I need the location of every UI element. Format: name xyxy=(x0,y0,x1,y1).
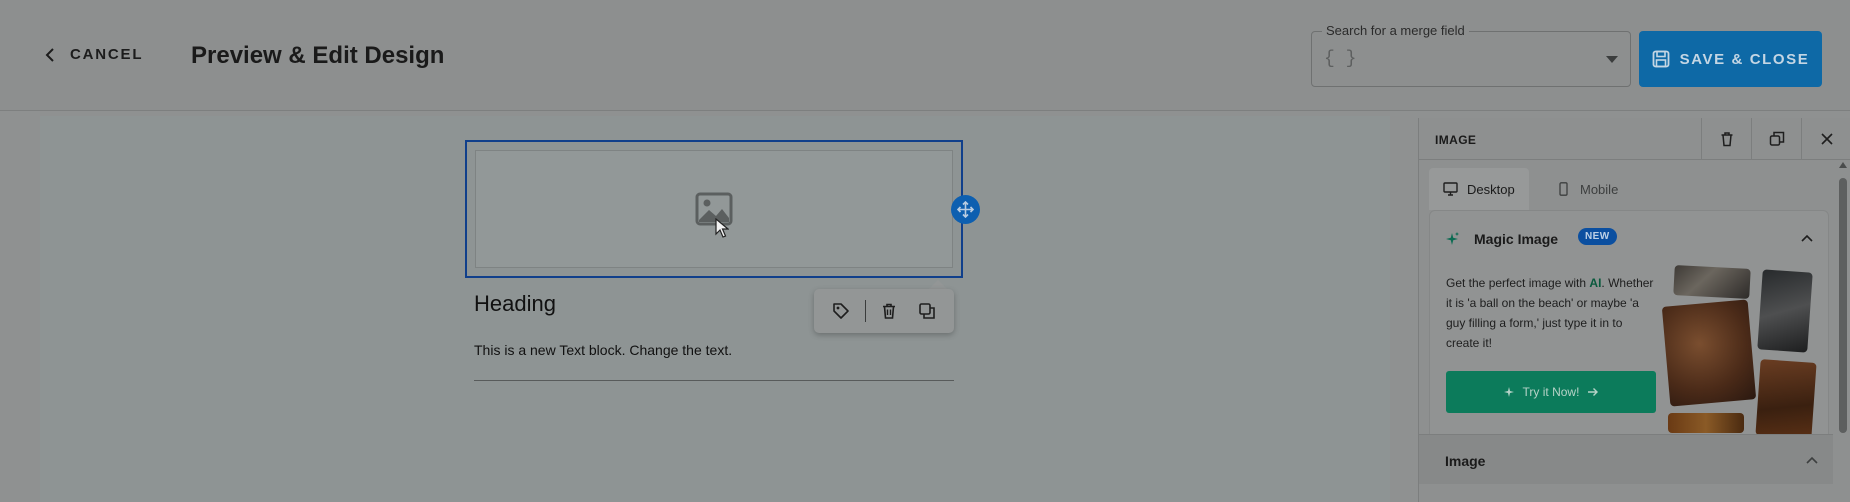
sparkle-icon xyxy=(1446,232,1459,245)
cancel-button[interactable]: CANCEL xyxy=(44,46,143,63)
sample-image xyxy=(1757,269,1813,353)
tab-mobile[interactable]: Mobile xyxy=(1542,168,1632,210)
floppy-disk-icon xyxy=(1652,50,1670,68)
image-section-title: Image xyxy=(1445,453,1486,469)
try-it-now-label: Try it Now! xyxy=(1522,385,1580,399)
tab-desktop-label: Desktop xyxy=(1467,181,1515,197)
sample-images-collage xyxy=(1661,261,1824,439)
chevron-up-icon[interactable] xyxy=(1800,233,1814,243)
duplicate-icon xyxy=(1769,131,1784,146)
caret-down-icon[interactable] xyxy=(1606,56,1618,63)
image-section-header[interactable]: Image xyxy=(1419,434,1833,484)
panel-delete-button[interactable] xyxy=(1701,118,1751,160)
try-it-now-button[interactable]: Try it Now! xyxy=(1446,371,1656,413)
page-title: Preview & Edit Design xyxy=(191,42,445,69)
magic-image-title: Magic Image xyxy=(1474,231,1559,247)
panel-header: IMAGE xyxy=(1419,118,1850,160)
tag-button[interactable] xyxy=(827,297,855,325)
trash-icon xyxy=(1721,132,1732,147)
phone-icon xyxy=(1559,182,1568,196)
toolbar-separator xyxy=(864,300,866,322)
panel-duplicate-button[interactable] xyxy=(1751,118,1801,160)
delete-block-button[interactable] xyxy=(875,297,903,325)
merge-field-label: Search for a merge field xyxy=(1322,23,1469,38)
toolbar-pointer xyxy=(929,280,947,289)
properties-panel: IMAGE Desktop Mobile Magic Image NEW Get… xyxy=(1418,118,1850,502)
arrow-right-icon xyxy=(1588,388,1599,396)
scroll-thumb[interactable] xyxy=(1839,178,1847,433)
text-block[interactable]: This is a new Text block. Change the tex… xyxy=(474,342,732,358)
chevron-up-icon[interactable] xyxy=(1805,455,1819,465)
save-close-button[interactable]: SAVE & CLOSE xyxy=(1639,31,1822,87)
new-badge: NEW xyxy=(1578,228,1617,245)
tag-icon xyxy=(833,303,849,319)
heading-block[interactable]: Heading xyxy=(474,291,556,317)
sparkle-icon xyxy=(1503,387,1514,397)
panel-title: IMAGE xyxy=(1435,133,1477,147)
block-toolbar xyxy=(814,289,954,333)
mouse-cursor-icon xyxy=(715,218,729,238)
image-placeholder[interactable] xyxy=(475,150,953,268)
merge-field-input[interactable] xyxy=(1324,46,1594,72)
move-arrows-icon xyxy=(957,201,974,218)
sample-image xyxy=(1673,265,1751,299)
duplicate-icon xyxy=(919,303,935,319)
scroll-up-arrow-icon[interactable] xyxy=(1839,162,1847,168)
duplicate-block-button[interactable] xyxy=(913,297,941,325)
magic-image-card: Magic Image NEW Get the perfect image wi… xyxy=(1429,210,1829,440)
magic-image-description: Get the perfect image with AI. Whether i… xyxy=(1446,276,1654,350)
top-bar: CANCEL Preview & Edit Design Search for … xyxy=(0,0,1850,111)
panel-scrollbar[interactable] xyxy=(1839,162,1847,502)
move-handle[interactable] xyxy=(951,195,980,224)
sample-image xyxy=(1661,299,1757,407)
chevron-left-icon xyxy=(45,47,54,62)
monitor-icon xyxy=(1443,182,1458,196)
trash-icon xyxy=(883,303,896,319)
sample-image xyxy=(1668,413,1744,433)
image-block-selected[interactable] xyxy=(465,140,963,278)
tab-mobile-label: Mobile xyxy=(1580,181,1619,197)
tab-desktop[interactable]: Desktop xyxy=(1429,168,1529,210)
sample-image xyxy=(1755,359,1817,439)
cancel-label: CANCEL xyxy=(70,46,144,63)
divider-block[interactable] xyxy=(474,380,954,381)
close-icon xyxy=(1820,133,1833,145)
panel-close-button[interactable] xyxy=(1801,118,1850,160)
merge-field-search[interactable]: Search for a merge field xyxy=(1311,23,1631,87)
save-close-label: SAVE & CLOSE xyxy=(1679,50,1810,68)
